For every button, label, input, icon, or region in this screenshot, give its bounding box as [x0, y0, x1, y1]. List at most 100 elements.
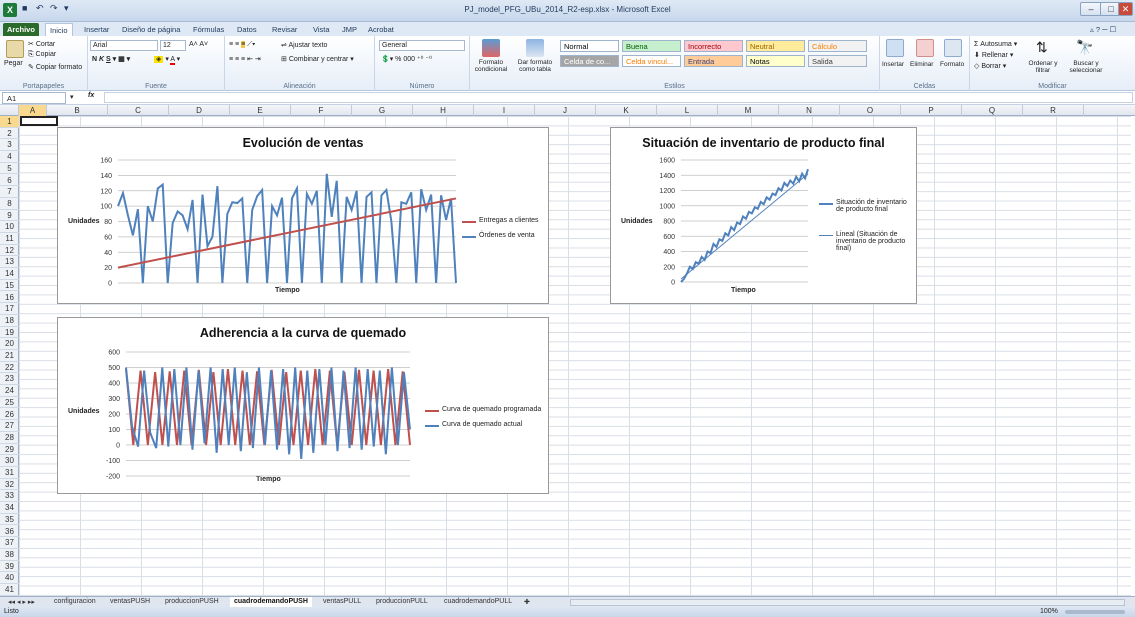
row-header-24[interactable]: 24: [0, 385, 19, 397]
row-header-9[interactable]: 9: [0, 210, 19, 222]
close-icon[interactable]: ✕: [1118, 2, 1133, 16]
row-header-20[interactable]: 20: [0, 338, 19, 350]
find-icon[interactable]: 🔭: [1076, 39, 1093, 56]
row-header-1[interactable]: 1: [0, 116, 19, 128]
paste-icon[interactable]: [6, 40, 24, 58]
copy-button[interactable]: ⎘ Copiar: [28, 51, 56, 59]
style-cell-2[interactable]: Incorrecto: [684, 40, 743, 52]
row-header-30[interactable]: 30: [0, 455, 19, 467]
column-header-f[interactable]: F: [291, 105, 352, 116]
zoom-slider[interactable]: [1065, 610, 1125, 614]
table-format-icon[interactable]: [526, 39, 544, 57]
column-header-g[interactable]: G: [352, 105, 413, 116]
row-header-2[interactable]: 2: [0, 128, 19, 140]
row-header-18[interactable]: 18: [0, 315, 19, 327]
row-header-27[interactable]: 27: [0, 420, 19, 432]
row-header-21[interactable]: 21: [0, 350, 19, 362]
column-header-i[interactable]: I: [474, 105, 535, 116]
autosum-button[interactable]: Σ Autosuma ▾: [974, 40, 1017, 48]
chart-curva-quemado[interactable]: Adherencia a la curva de quemado Unidade…: [57, 317, 549, 494]
style-cell-9[interactable]: Salida: [808, 55, 867, 67]
font-size-select[interactable]: 12: [160, 40, 186, 51]
help-icon[interactable]: ▵ ? ─ ☐: [1086, 23, 1120, 36]
tab-archivo[interactable]: Archivo: [3, 23, 39, 36]
fill-button[interactable]: ⬇ Rellenar ▾: [974, 51, 1013, 59]
row-header-40[interactable]: 40: [0, 572, 19, 584]
column-header-d[interactable]: D: [169, 105, 230, 116]
column-header-p[interactable]: P: [901, 105, 962, 116]
delete-button[interactable]: Eliminar: [910, 61, 933, 68]
row-header-5[interactable]: 5: [0, 163, 19, 175]
style-cell-1[interactable]: Buena: [622, 40, 681, 52]
style-cell-0[interactable]: Normal: [560, 40, 619, 52]
align-top-icon[interactable]: ≡ ≡ ≡ ⟋▾: [229, 41, 255, 49]
style-cell-8[interactable]: Notas: [746, 55, 805, 67]
column-header-m[interactable]: M: [718, 105, 779, 116]
font-family-select[interactable]: Arial: [90, 40, 158, 51]
insert-button[interactable]: Insertar: [882, 61, 904, 68]
row-header-31[interactable]: 31: [0, 467, 19, 479]
name-box[interactable]: A1: [2, 92, 66, 104]
row-header-37[interactable]: 37: [0, 537, 19, 549]
table-format-button[interactable]: Dar formato como tabla: [514, 59, 556, 73]
row-header-25[interactable]: 25: [0, 397, 19, 409]
find-select-button[interactable]: Buscar y seleccionar: [1064, 60, 1108, 74]
row-header-22[interactable]: 22: [0, 362, 19, 374]
tab-diseno[interactable]: Diseño de página: [118, 23, 184, 36]
row-header-32[interactable]: 32: [0, 479, 19, 491]
insert-cells-icon[interactable]: [886, 39, 904, 57]
align-left-icon[interactable]: ≡ ≡ ≡ ⇤ ⇥: [229, 55, 261, 63]
cut-button[interactable]: ✂ Cortar: [28, 40, 55, 48]
chart-evolucion-ventas[interactable]: Evolución de ventas Unidades Tiempo 0 20 4…: [57, 127, 549, 304]
column-header-q[interactable]: Q: [962, 105, 1023, 116]
row-header-36[interactable]: 36: [0, 526, 19, 538]
row-header-19[interactable]: 19: [0, 327, 19, 339]
row-header-29[interactable]: 29: [0, 444, 19, 456]
row-header-10[interactable]: 10: [0, 221, 19, 233]
row-header-7[interactable]: 7: [0, 186, 19, 198]
row-header-41[interactable]: 41: [0, 584, 19, 596]
column-header-r[interactable]: R: [1023, 105, 1084, 116]
tab-datos[interactable]: Datos: [233, 23, 261, 36]
sort-filter-icon[interactable]: ⇅: [1036, 39, 1048, 56]
row-header-16[interactable]: 16: [0, 292, 19, 304]
tab-jmp[interactable]: JMP: [338, 23, 361, 36]
column-header-o[interactable]: O: [840, 105, 901, 116]
wrap-text-button[interactable]: ⇌ Ajustar texto: [281, 41, 327, 49]
chart-inventario[interactable]: Situación de inventario de producto fina…: [610, 127, 917, 304]
style-cell-3[interactable]: Neutral: [746, 40, 805, 52]
sort-filter-button[interactable]: Ordenar y filtrar: [1026, 60, 1060, 74]
row-header-17[interactable]: 17: [0, 303, 19, 315]
row-header-28[interactable]: 28: [0, 432, 19, 444]
tab-insertar[interactable]: Insertar: [80, 23, 113, 36]
format-painter-button[interactable]: ✎ Copiar formato: [28, 63, 82, 71]
column-header-n[interactable]: N: [779, 105, 840, 116]
row-header-13[interactable]: 13: [0, 256, 19, 269]
row-header-14[interactable]: 14: [0, 268, 19, 280]
column-header-l[interactable]: L: [657, 105, 718, 116]
column-header-b[interactable]: B: [47, 105, 108, 116]
paste-button[interactable]: Pegar: [4, 60, 23, 67]
tab-formulas[interactable]: Fórmulas: [189, 23, 228, 36]
row-header-33[interactable]: 33: [0, 490, 19, 503]
style-cell-5[interactable]: Celda de co...: [560, 55, 619, 67]
style-cell-6[interactable]: Celda vincul...: [622, 55, 681, 67]
currency-percent-icons[interactable]: 💲▾ % 000 ⁺⁰ ⁻⁰: [381, 55, 432, 63]
row-header-8[interactable]: 8: [0, 198, 19, 210]
format-cells-icon[interactable]: [944, 39, 962, 57]
column-header-a[interactable]: A: [19, 105, 47, 116]
name-box-dropdown-icon[interactable]: ▾: [70, 93, 74, 101]
row-header-6[interactable]: 6: [0, 175, 19, 187]
delete-cells-icon[interactable]: [916, 39, 934, 57]
row-header-3[interactable]: 3: [0, 139, 19, 152]
active-cell-a1[interactable]: [20, 116, 58, 126]
row-header-34[interactable]: 34: [0, 502, 19, 514]
row-header-23[interactable]: 23: [0, 373, 19, 386]
conditional-format-icon[interactable]: [482, 39, 500, 57]
column-header-c[interactable]: C: [108, 105, 169, 116]
grow-font-icon[interactable]: A˄ A˅: [189, 41, 208, 48]
row-header-35[interactable]: 35: [0, 514, 19, 526]
select-all-corner[interactable]: [0, 105, 19, 116]
style-cell-4[interactable]: Cálculo: [808, 40, 867, 52]
row-header-26[interactable]: 26: [0, 409, 19, 421]
